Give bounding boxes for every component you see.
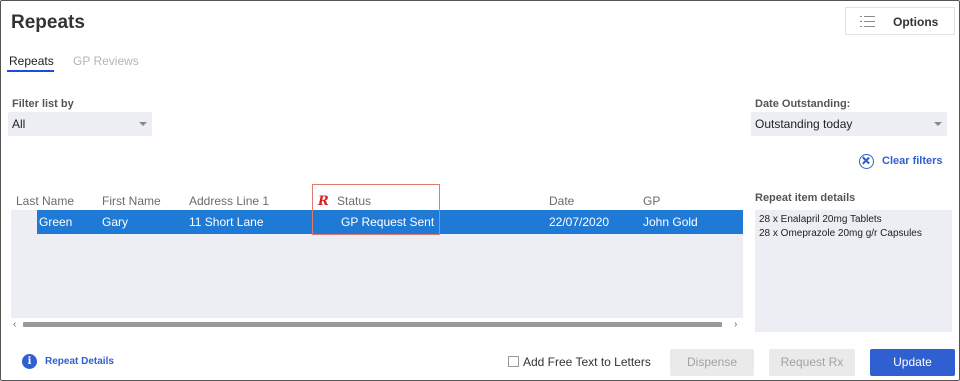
date-outstanding-value: Outstanding today [755, 117, 853, 131]
cell-first-name: Gary [102, 215, 129, 229]
list-icon [860, 16, 875, 27]
scrollbar-thumb[interactable] [23, 322, 722, 327]
cell-date: 22/07/2020 [549, 215, 610, 229]
options-label: Options [893, 15, 939, 29]
clear-filters-button[interactable]: Clear filters [859, 153, 943, 169]
filter-list-select[interactable]: All [8, 112, 152, 136]
date-outstanding-label: Date Outstanding: [755, 98, 851, 110]
close-circle-icon [859, 153, 874, 169]
horizontal-scrollbar[interactable]: ‹ › [11, 318, 743, 332]
column-header-gp[interactable]: GP [643, 194, 660, 208]
column-header-date[interactable]: Date [549, 194, 574, 208]
column-header-address[interactable]: Address Line 1 [189, 194, 269, 208]
active-tab-indicator [7, 70, 54, 72]
chevron-down-icon [934, 122, 942, 126]
request-rx-button[interactable]: Request Rx [769, 349, 855, 376]
repeat-item-details-box: 28 x Enalapril 20mg Tablets 28 x Omepraz… [755, 210, 952, 332]
scroll-left-icon[interactable]: ‹ [13, 319, 16, 330]
repeat-item: 28 x Omeprazole 20mg g/r Capsules [759, 228, 922, 239]
free-text-label[interactable]: Add Free Text to Letters [523, 355, 651, 369]
info-icon: i [22, 354, 37, 369]
filter-list-label: Filter list by [12, 98, 74, 110]
repeat-item: 28 x Enalapril 20mg Tablets [759, 214, 882, 225]
tab-gp-reviews[interactable]: GP Reviews [73, 54, 139, 68]
cell-gp: John Gold [643, 215, 698, 229]
column-header-first-name[interactable]: First Name [102, 194, 161, 208]
cell-last-name: Green [39, 215, 73, 229]
dispense-button[interactable]: Dispense [670, 349, 754, 376]
clear-filters-label: Clear filters [882, 155, 943, 167]
repeat-details-link[interactable]: i Repeat Details [22, 354, 114, 369]
repeats-window: Repeats Options Repeats GP Reviews Filte… [0, 0, 960, 381]
repeat-item-details-label: Repeat item details [755, 192, 856, 204]
tab-repeats[interactable]: Repeats [9, 54, 54, 68]
options-button[interactable]: Options [845, 7, 955, 35]
chevron-down-icon [139, 122, 147, 126]
cell-address: 11 Short Lane [189, 215, 264, 229]
column-header-last-name[interactable]: Last Name [16, 194, 74, 208]
date-outstanding-select[interactable]: Outstanding today [751, 112, 947, 136]
status-highlight-box [312, 184, 440, 235]
update-button[interactable]: Update [870, 349, 955, 376]
repeat-details-label: Repeat Details [45, 356, 114, 367]
free-text-checkbox[interactable] [508, 356, 519, 367]
filter-list-value: All [12, 117, 26, 131]
page-title: Repeats [11, 12, 85, 33]
scroll-right-icon[interactable]: › [734, 319, 737, 330]
